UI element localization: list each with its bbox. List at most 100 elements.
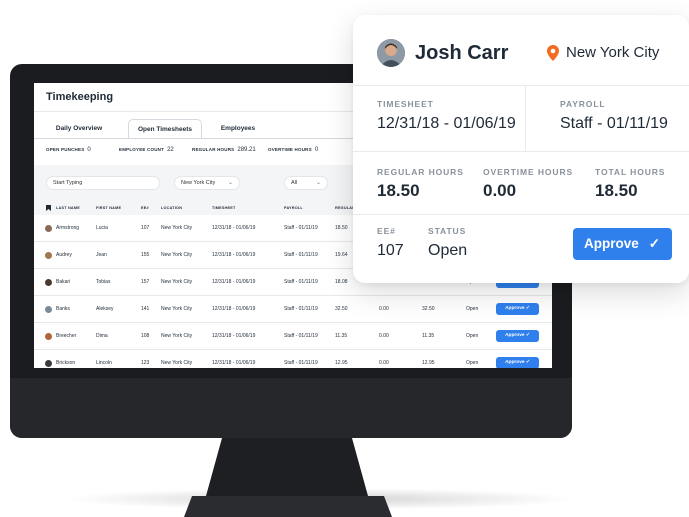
tab-open-timesheets[interactable]: Open Timesheets (128, 119, 202, 139)
stat-value: 289.21 (237, 147, 256, 153)
table-row[interactable]: Brickson Lincoln 123 New York City 12/31/18 … (34, 350, 552, 368)
stat-label: OVERTIME HOURS (268, 147, 312, 152)
row-approve-button[interactable]: Approve ✓ (496, 330, 539, 342)
timesheet-value: 12/31/18 - 01/06/19 (377, 115, 516, 132)
cell-timesheet: 12/31/18 - 01/06/19 (212, 279, 256, 285)
total-hours-value: 18.50 (595, 181, 638, 200)
cell-timesheet: 12/31/18 - 01/06/19 (212, 225, 256, 231)
table-row[interactable]: Breecher Dima 108 New York City 12/31/18 - 0… (34, 323, 552, 350)
row-approve-button[interactable]: Approve ✓ (496, 303, 539, 315)
cell-total-hours: 12.95 (422, 360, 435, 366)
cell-first-name: Aleksey (96, 306, 114, 312)
stat-label: EMPLOYEE COUNT (119, 147, 165, 152)
cell-timesheet: 12/31/18 - 01/06/19 (212, 333, 256, 339)
column-header[interactable]: LAST NAME (56, 201, 80, 215)
cell-payroll: Staff - 01/11/19 (284, 306, 318, 312)
cell-payroll: Staff - 01/11/19 (284, 225, 318, 231)
avatar (45, 225, 52, 232)
divider (353, 85, 689, 86)
employee-location: New York City (566, 44, 660, 61)
cell-payroll: Staff - 01/11/19 (284, 252, 318, 258)
chevron-down-icon: ⌄ (227, 180, 233, 186)
column-header[interactable]: EE# (141, 201, 149, 215)
stat-regular-hours: REGULAR HOURS 289.21 (192, 144, 256, 156)
avatar (45, 360, 52, 367)
divider (525, 85, 526, 151)
payroll-label: PAYROLL (560, 99, 606, 109)
cell-location: New York City (161, 225, 193, 231)
cell-total-hours: 32.50 (422, 306, 435, 312)
ee-number-value: 107 (377, 242, 404, 259)
cell-status: Open (466, 360, 479, 366)
cell-payroll: Staff - 01/11/19 (284, 333, 318, 339)
stat-value: 0 (87, 147, 91, 153)
avatar (45, 279, 52, 286)
location-select-value: New York City (181, 180, 216, 186)
total-hours-label: TOTAL HOURS (595, 167, 666, 177)
cell-timesheet: 12/31/18 - 01/06/19 (212, 306, 256, 312)
app-title: Timekeeping (46, 91, 114, 103)
cell-status: Open (466, 306, 479, 312)
cell-timesheet: 12/31/18 - 01/06/19 (212, 252, 256, 258)
location-select[interactable]: New York City ⌄ (174, 176, 240, 190)
cell-status: Open (466, 333, 479, 339)
tab-daily-overview[interactable]: Daily Overview (48, 119, 110, 139)
approve-button[interactable]: Approve ✓ (573, 228, 672, 260)
tab-employees[interactable]: Employees (212, 119, 264, 139)
status-label: STATUS (428, 226, 467, 236)
cell-location: New York City (161, 360, 193, 366)
avatar (45, 306, 52, 313)
cell-regular-hours: 11.35 (335, 333, 348, 339)
divider (353, 214, 689, 215)
stat-label: OPEN PUNCHES (46, 147, 85, 152)
bookmark-icon (46, 205, 51, 211)
cell-first-name: Dima (96, 333, 108, 339)
column-header[interactable]: TIMESHEET (212, 201, 236, 215)
overtime-hours-label: OVERTIME HOURS (483, 167, 574, 177)
payroll-value: Staff - 01/11/19 (560, 115, 668, 132)
search-input[interactable]: Start Typing (46, 176, 160, 190)
checkmark-icon: ✓ (648, 236, 660, 251)
status-select-value: All (291, 180, 298, 186)
column-header[interactable]: PAYROLL (284, 201, 303, 215)
cell-last-name: Banks (56, 306, 70, 312)
avatar (377, 39, 405, 67)
cell-regular-hours: 19.64 (335, 252, 348, 258)
table-row[interactable]: Banks Aleksey 141 New York City 12/31/18 - 0… (34, 296, 552, 323)
cell-ee-number: 155 (141, 252, 150, 258)
monitor-chin (10, 378, 572, 438)
regular-hours-value: 18.50 (377, 181, 420, 200)
status-value: Open (428, 242, 468, 259)
monitor-shadow (60, 488, 580, 510)
cell-overtime-hours: 0.00 (379, 333, 389, 339)
cell-ee-number: 141 (141, 306, 150, 312)
cell-last-name: Bakari (56, 279, 71, 285)
avatar (45, 333, 52, 340)
cell-location: New York City (161, 306, 193, 312)
cell-last-name: Audrey (56, 252, 72, 258)
cell-first-name: Jean (96, 252, 107, 258)
ee-number-label: EE# (377, 226, 396, 236)
column-header[interactable]: FIRST NAME (96, 201, 121, 215)
cell-first-name: Lincoln (96, 360, 112, 366)
cell-regular-hours: 18.50 (335, 225, 348, 231)
regular-hours-label: REGULAR HOURS (377, 167, 464, 177)
status-select[interactable]: All ⌄ (284, 176, 328, 190)
employee-detail-card: Josh Carr New York City TIMESHEET 12/31/… (353, 15, 689, 283)
cell-regular-hours: 12.95 (335, 360, 348, 366)
cell-payroll: Staff - 01/11/19 (284, 360, 318, 366)
column-header[interactable]: LOCATION (161, 201, 182, 215)
cell-location: New York City (161, 252, 193, 258)
cell-ee-number: 123 (141, 360, 150, 366)
overtime-hours-value: 0.00 (483, 181, 517, 200)
cell-total-hours: 11.35 (422, 333, 435, 339)
approve-button-label: Approve (584, 236, 639, 251)
person-avatar-icon (377, 39, 405, 67)
cell-overtime-hours: 0.00 (379, 306, 389, 312)
divider (353, 151, 689, 152)
cell-payroll: Staff - 01/11/19 (284, 279, 318, 285)
row-approve-button[interactable]: Approve ✓ (496, 357, 539, 368)
cell-regular-hours: 18.08 (335, 279, 348, 285)
cell-first-name: Tobias (96, 279, 111, 285)
timesheet-label: TIMESHEET (377, 99, 434, 109)
